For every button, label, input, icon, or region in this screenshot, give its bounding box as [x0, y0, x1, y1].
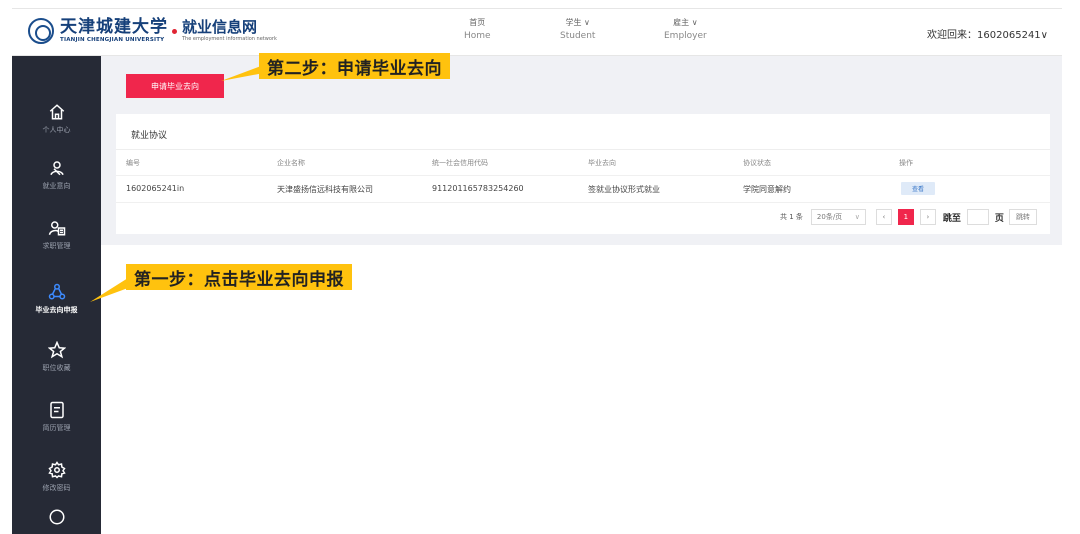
app-window: 天津城建大学 TIANJIN CHENGJIAN UNIVERSITY 就业信息…: [12, 8, 1062, 534]
callout-step1: 第一步：点击毕业去向申报: [126, 264, 352, 290]
arrow-step1: [90, 278, 128, 302]
callout-step2: 第二步：申请毕业去向: [259, 53, 450, 79]
